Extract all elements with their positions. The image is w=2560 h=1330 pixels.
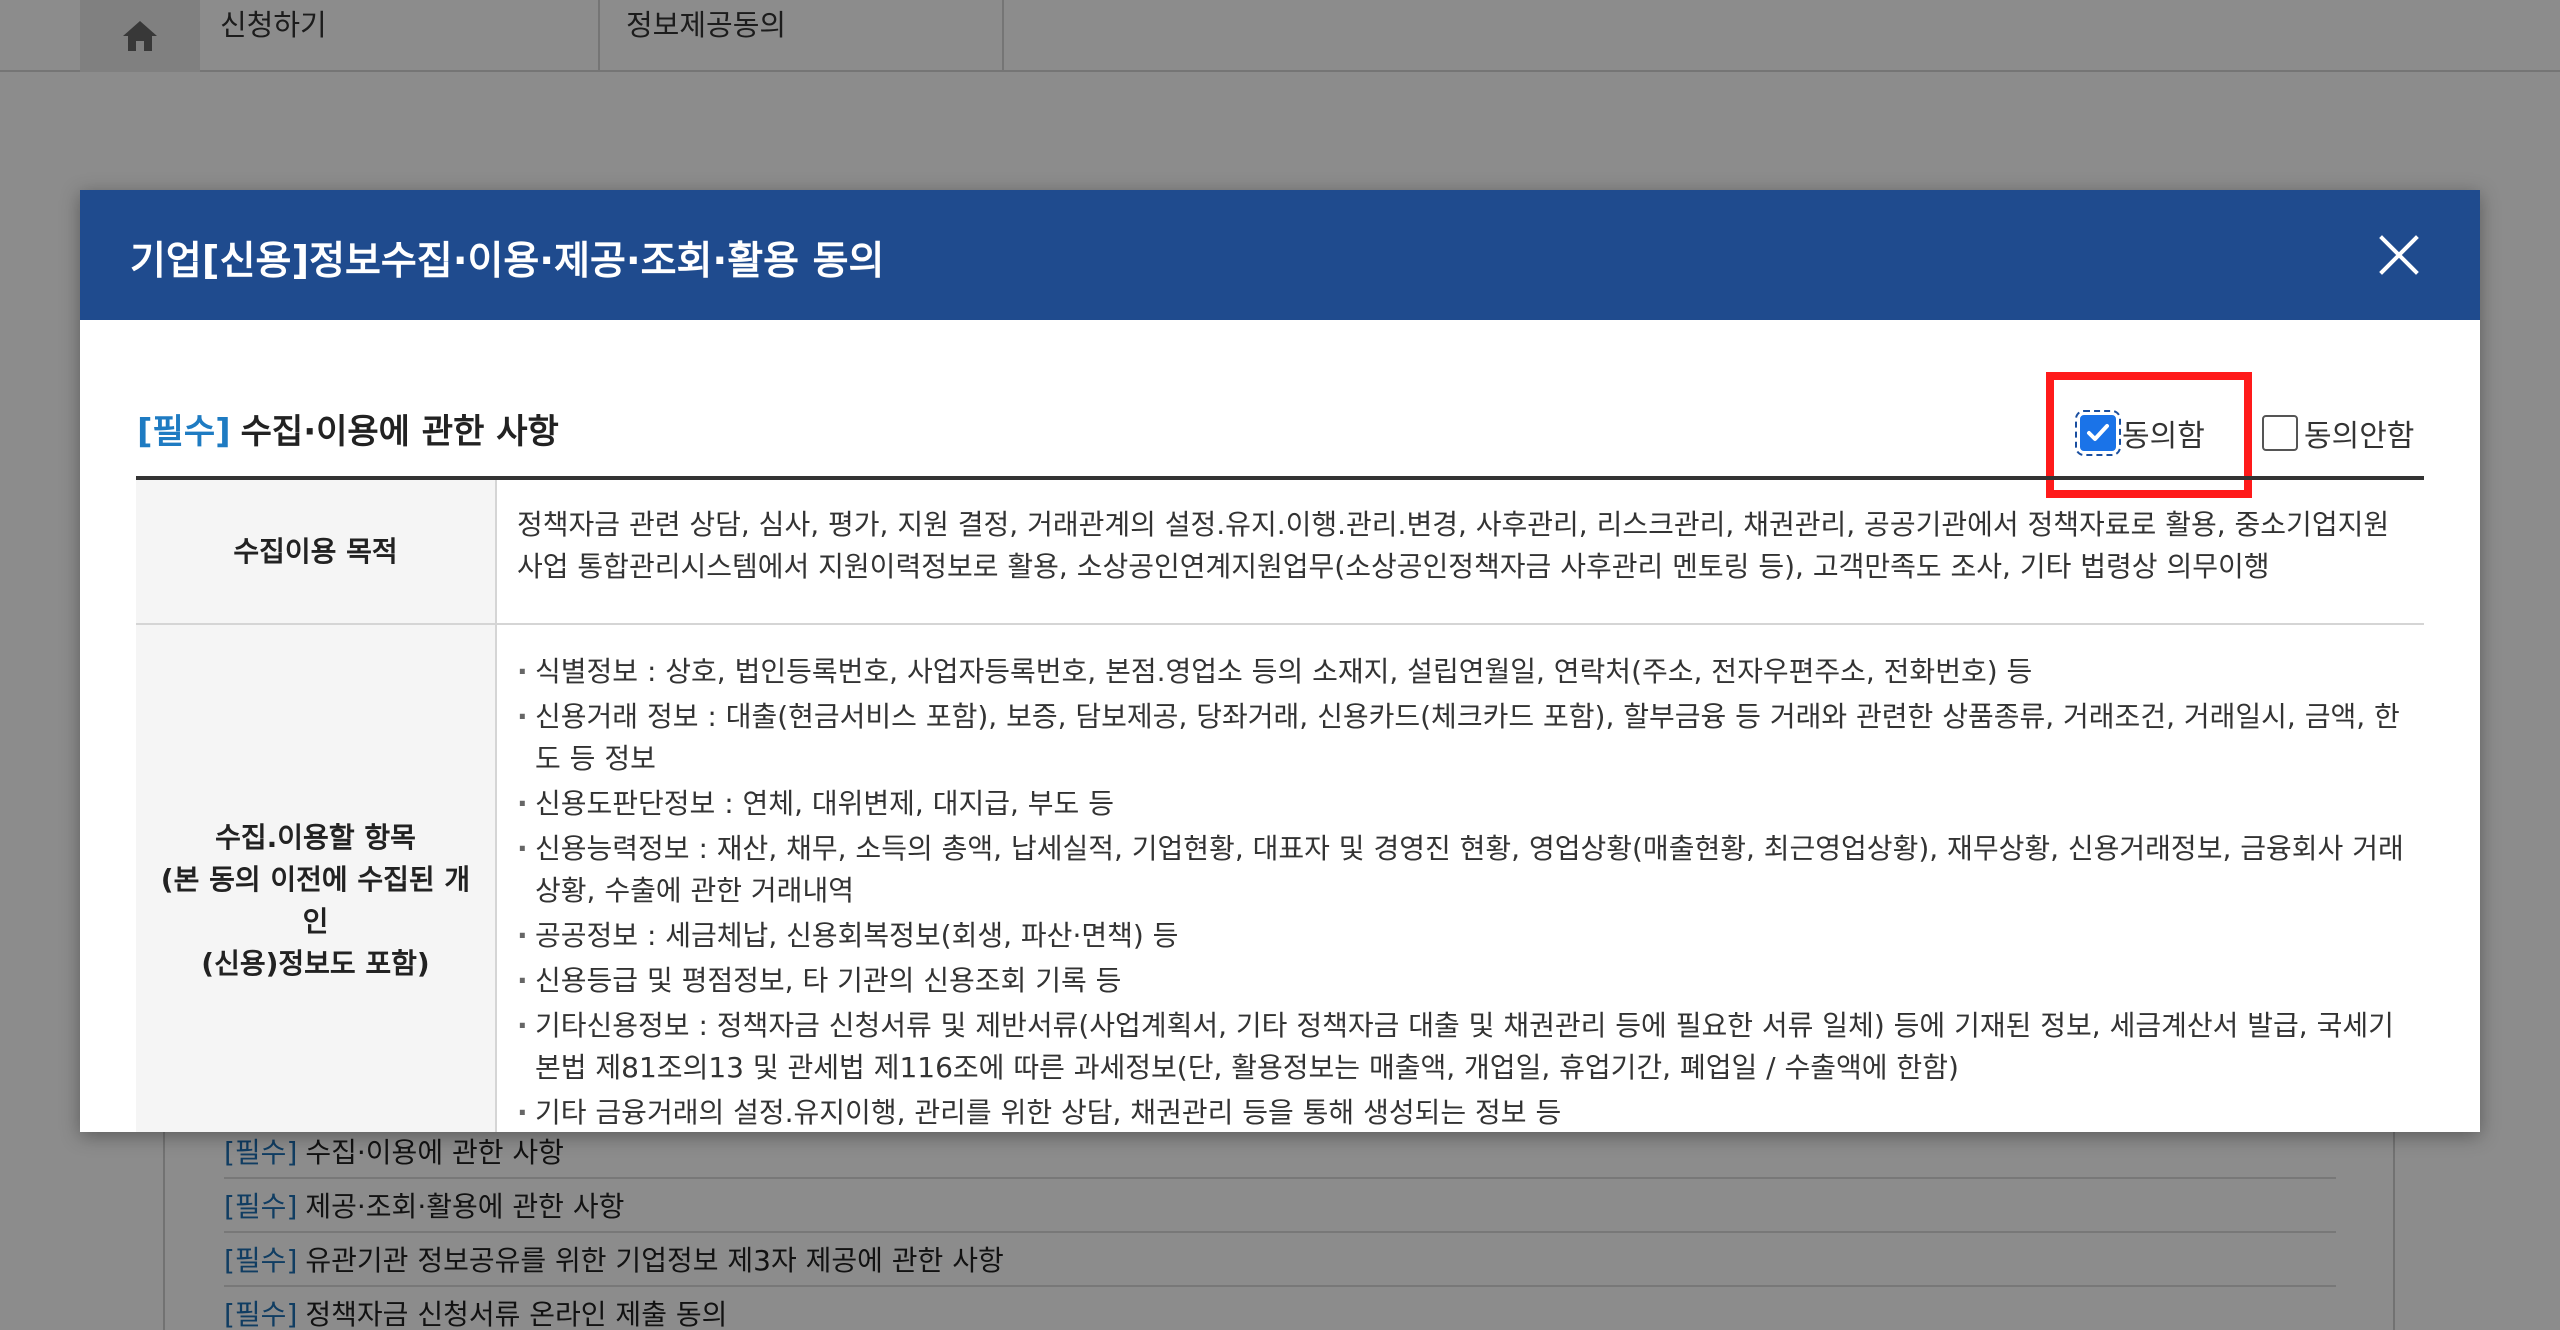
disagree-option[interactable]: 동의안함: [2262, 411, 2414, 455]
items-cell: 식별정보 : 상호, 법인등록번호, 사업자등록번호, 본점.영업소 등의 소재…: [496, 624, 2424, 1132]
close-icon: [2379, 235, 2419, 275]
modal-header: 기업[신용]정보수집·이용·제공·조회·활용 동의: [80, 190, 2480, 320]
purpose-header: 수집이용 목적: [136, 478, 497, 625]
disagree-checkbox[interactable]: [2262, 415, 2298, 451]
required-tag: [필수]: [137, 412, 231, 452]
section-title-text: 수집·이용에 관한 사항: [240, 412, 559, 452]
table-row: 수집.이용할 항목 (본 동의 이전에 수집된 개인 (신용)정보도 포함) 식…: [136, 624, 2424, 1132]
purpose-text: 정책자금 관련 상담, 심사, 평가, 지원 결정, 거래관계의 설정.유지.이…: [496, 478, 2424, 625]
agree-checkbox[interactable]: [2075, 410, 2121, 456]
list-item: 신용등급 및 평점정보, 타 기관의 신용조회 기록 등: [517, 960, 2404, 1002]
items-header-line: (신용)정보도 포함): [201, 947, 430, 980]
items-header-line: (본 동의 이전에 수집된 개인: [160, 863, 471, 938]
items-header-line: 수집.이용할 항목: [215, 821, 416, 854]
list-item: 신용능력정보 : 재산, 채무, 소득의 총액, 납세실적, 기업현황, 대표자…: [517, 828, 2404, 912]
consent-modal: 기업[신용]정보수집·이용·제공·조회·활용 동의 [필수] 수집·이용에 관한 …: [80, 190, 2480, 1132]
close-button[interactable]: [2370, 226, 2428, 284]
item-list: 식별정보 : 상호, 법인등록번호, 사업자등록번호, 본점.영업소 등의 소재…: [517, 651, 2404, 1132]
list-item: 신용거래 정보 : 대출(현금서비스 포함), 보증, 담보제공, 당좌거래, …: [517, 696, 2404, 780]
agree-option[interactable]: 동의함: [2075, 410, 2205, 456]
list-item: 기타 금융거래의 설정.유지이행, 관리를 위한 상담, 채권관리 등을 통해 …: [517, 1092, 2404, 1132]
modal-title: 기업[신용]정보수집·이용·제공·조회·활용 동의: [130, 239, 885, 284]
disagree-label: 동의안함: [2304, 419, 2415, 454]
checkmark-icon: [2087, 424, 2109, 441]
list-item: 신용도판단정보 : 연체, 대위변제, 대지급, 부도 등: [517, 783, 2404, 825]
section-title: [필수] 수집·이용에 관한 사항: [137, 404, 559, 453]
consent-info-table: 수집이용 목적 정책자금 관련 상담, 심사, 평가, 지원 결정, 거래관계의…: [136, 476, 2424, 1132]
items-header: 수집.이용할 항목 (본 동의 이전에 수집된 개인 (신용)정보도 포함): [136, 624, 497, 1132]
list-item: 식별정보 : 상호, 법인등록번호, 사업자등록번호, 본점.영업소 등의 소재…: [517, 651, 2404, 693]
agree-label: 동의함: [2122, 419, 2205, 454]
list-item: 기타신용정보 : 정책자금 신청서류 및 제반서류(사업계획서, 기타 정책자금…: [517, 1005, 2404, 1089]
table-row: 수집이용 목적 정책자금 관련 상담, 심사, 평가, 지원 결정, 거래관계의…: [136, 478, 2424, 625]
list-item: 공공정보 : 세금체납, 신용회복정보(회생, 파산·면책) 등: [517, 915, 2404, 957]
